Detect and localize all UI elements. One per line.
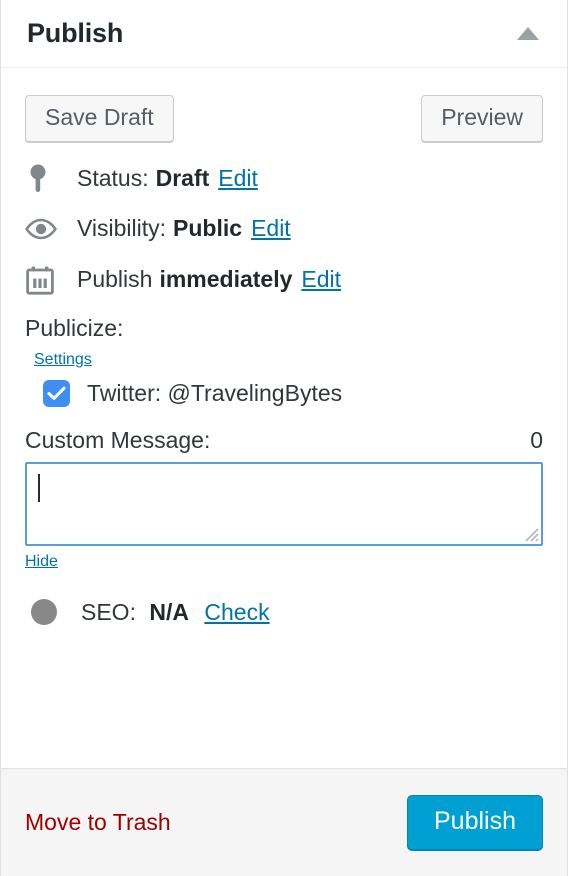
major-publishing-actions: Move to Trash Publish: [1, 768, 567, 876]
publicize-label: Publicize:: [25, 314, 124, 341]
publish-date-row: Publish immediately Edit: [25, 265, 543, 295]
panel-header: Publish: [1, 0, 567, 68]
twitter-connection-label: Twitter: @TravelingBytes: [87, 379, 343, 406]
publicize-section: Publicize: Settings Twitter: @TravelingB…: [25, 315, 543, 571]
status-value: Draft: [155, 164, 210, 191]
seo-label: SEO:: [81, 598, 136, 625]
visibility-label: Visibility:: [77, 215, 167, 242]
publish-date-value: immediately: [159, 266, 293, 293]
pin-icon: [25, 163, 59, 193]
publish-date-label: Publish: [77, 266, 153, 293]
custom-message-input[interactable]: [25, 461, 543, 546]
seo-status-indicator-icon: [31, 599, 57, 626]
status-row: Status: Draft Edit: [25, 163, 543, 193]
visibility-row: Visibility: Public Edit: [25, 215, 543, 243]
text-cursor: [38, 473, 40, 502]
status-edit-link[interactable]: Edit: [218, 165, 258, 193]
seo-check-link[interactable]: Check: [204, 599, 269, 625]
visibility-edit-link[interactable]: Edit: [251, 215, 291, 243]
twitter-checkbox[interactable]: [43, 379, 70, 407]
panel-body: Save Draft Preview Status: Draft Edit Vi…: [1, 68, 567, 768]
misc-publishing-actions: Status: Draft Edit Visibility: Public Ed…: [25, 142, 543, 295]
calendar-icon: [25, 265, 59, 295]
custom-message-wrap: [25, 461, 543, 546]
publicize-hide-line: Hide: [25, 553, 543, 571]
character-counter: 0: [530, 426, 543, 453]
publicize-hide-link[interactable]: Hide: [25, 553, 58, 570]
publicize-connection-twitter[interactable]: Twitter: @TravelingBytes: [25, 379, 543, 407]
seo-row: SEO: N/A Check: [25, 599, 543, 626]
publish-button[interactable]: Publish: [407, 794, 543, 851]
publish-date-edit-link[interactable]: Edit: [301, 266, 341, 294]
eye-icon: [25, 218, 59, 240]
custom-message-label: Custom Message:: [25, 426, 211, 453]
custom-message-header: Custom Message: 0: [25, 427, 543, 454]
status-label: Status:: [77, 164, 149, 191]
publicize-settings-line: Settings: [25, 351, 543, 369]
visibility-value: Public: [173, 215, 243, 242]
seo-value: N/A: [149, 598, 189, 625]
publish-meta-box: Publish Save Draft Preview Status: Draft…: [0, 0, 568, 876]
collapse-toggle-button[interactable]: [511, 17, 545, 51]
preview-button[interactable]: Preview: [421, 95, 543, 143]
publicize-settings-link[interactable]: Settings: [34, 351, 92, 368]
save-draft-button[interactable]: Save Draft: [25, 95, 174, 143]
page-title: Publish: [27, 18, 124, 48]
minor-publishing-actions: Save Draft Preview: [25, 68, 543, 143]
caret-up-icon: [517, 27, 539, 40]
move-to-trash-link[interactable]: Move to Trash: [25, 809, 171, 836]
